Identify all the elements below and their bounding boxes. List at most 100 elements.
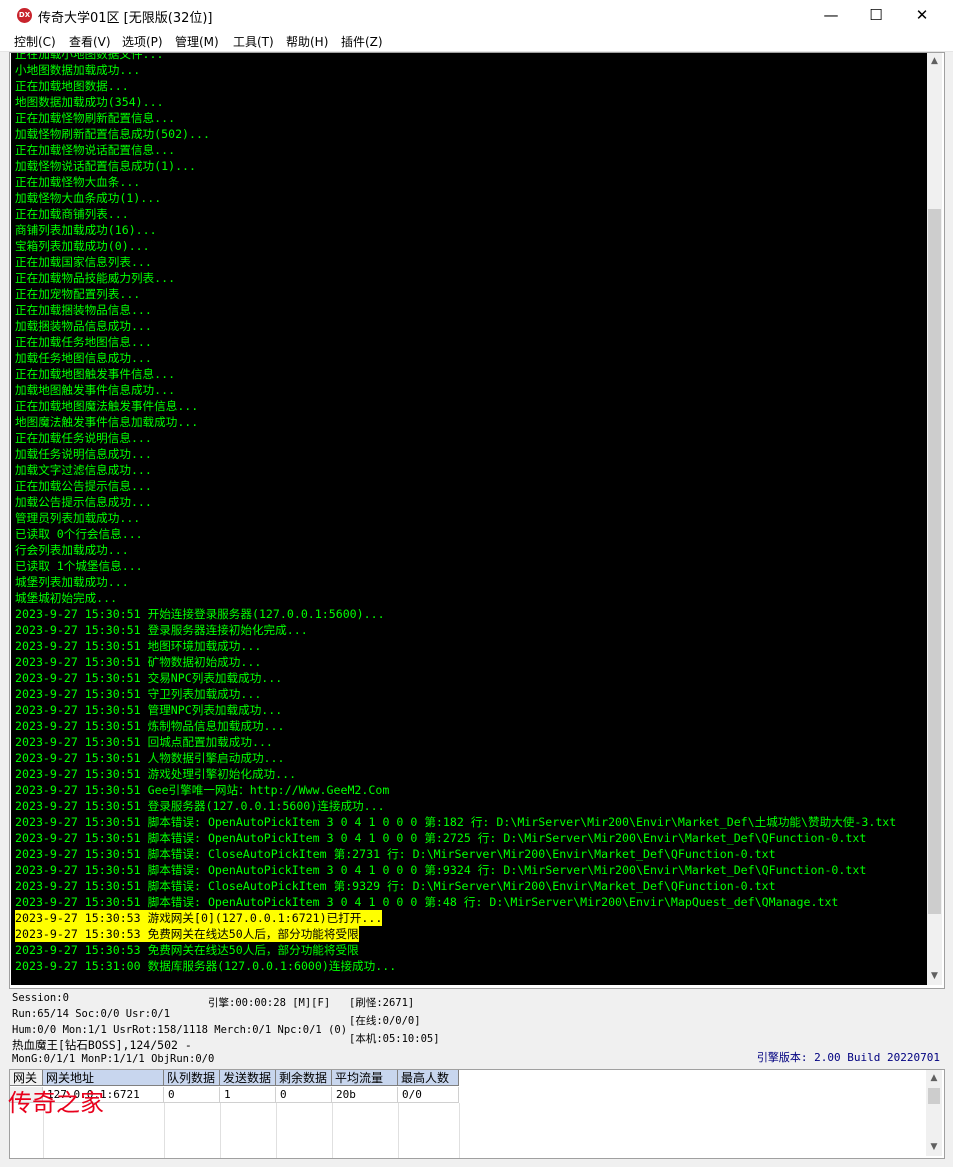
console-line: 2023-9-27 15:30:51 地图环境加载成功...: [15, 639, 262, 653]
console-line: 正在加载地图数据...: [15, 79, 129, 93]
grid-header-queue[interactable]: 队列数据: [164, 1070, 220, 1086]
console-line: 加载怪物大血条成功(1)...: [15, 191, 162, 205]
console-line: 加载任务地图信息成功...: [15, 351, 152, 365]
console-line: 2023-9-27 15:30:51 矿物数据初始成功...: [15, 655, 262, 669]
console-line: 2023-9-27 15:30:51 开始连接登录服务器(127.0.0.1:5…: [15, 607, 385, 621]
grid-cell-queue[interactable]: 0: [164, 1087, 220, 1103]
console-line: 正在加载地图魔法触发事件信息...: [15, 399, 199, 413]
console-line: 2023-9-27 15:30:51 登录服务器连接初始化完成...: [15, 623, 308, 637]
console-line: 2023-9-27 15:30:51 脚本错误: OpenAutoPickIte…: [15, 831, 867, 845]
menu-help[interactable]: 帮助(H): [286, 33, 328, 50]
menu-options[interactable]: 选项(P): [122, 33, 163, 50]
grid-header-remaining[interactable]: 剩余数据: [276, 1070, 332, 1086]
console-line: 2023-9-27 15:30:53 免费网关在线达50人后，部分功能将受限: [15, 943, 359, 957]
grid-column-divider: [220, 1103, 277, 1158]
grid-scroll-down-icon[interactable]: ▼: [926, 1139, 942, 1156]
console-line: 2023-9-27 15:30:51 脚本错误: CloseAutoPickIt…: [15, 847, 776, 861]
console-line: 正在加载地图触发事件信息...: [15, 367, 176, 381]
grid-scroll-up-icon[interactable]: ▲: [926, 1070, 942, 1087]
grid-column-divider: [332, 1103, 399, 1158]
console-line: 2023-9-27 15:30:53 免费网关在线达50人后，部分功能将受限: [15, 926, 359, 942]
console-line: 正在加载任务地图信息...: [15, 335, 152, 349]
status-boss: 热血魔王[钻石BOSS],124/502 -: [12, 1038, 192, 1052]
console-line: 已读取 1个城堡信息...: [15, 559, 143, 573]
console-line: 正在加宠物配置列表...: [15, 287, 141, 301]
grid-scrollbar-thumb[interactable]: [928, 1088, 940, 1104]
console-line: 正在加载国家信息列表...: [15, 255, 152, 269]
close-button[interactable]: ✕: [899, 0, 945, 31]
grid-column-divider: [276, 1103, 333, 1158]
console-line: 正在加载任务说明信息...: [15, 431, 152, 445]
scrollbar-thumb[interactable]: [928, 209, 941, 914]
console-line: 正在加载怪物说话配置信息...: [15, 143, 176, 157]
scroll-down-icon[interactable]: ▼: [927, 968, 942, 985]
grid-cell-send[interactable]: 1: [220, 1087, 276, 1103]
maximize-button[interactable]: ☐: [853, 0, 899, 31]
title-bar: DX 传奇大学01区 [无限版(32位)] — ☐ ✕: [0, 0, 953, 31]
menu-plugins[interactable]: 插件(Z): [341, 33, 383, 50]
grid-header-avg-traffic[interactable]: 平均流量: [332, 1070, 398, 1086]
menu-bar: 控制(C) 查看(V) 选项(P) 管理(M) 工具(T) 帮助(H) 插件(Z…: [0, 31, 953, 52]
window-title: 传奇大学01区 [无限版(32位)]: [38, 11, 213, 26]
console-line: 正在加载公告提示信息...: [15, 479, 152, 493]
minimize-button[interactable]: —: [808, 0, 854, 31]
console-line: 管理员列表加载成功...: [15, 511, 141, 525]
menu-control[interactable]: 控制(C): [14, 33, 56, 50]
grid-scrollbar[interactable]: ▲ ▼: [926, 1070, 942, 1156]
console-line: 正在加载小地图数据文件...: [15, 53, 164, 61]
status-refresh-monster: [刷怪:2671]: [349, 997, 415, 1009]
status-run: Run:65/14 Soc:0/0 Usr:0/1: [12, 1008, 171, 1020]
console-line: 正在加载怪物刷新配置信息...: [15, 111, 176, 125]
console-line: 2023-9-27 15:30:51 交易NPC列表加载成功...: [15, 671, 283, 685]
console-line: 2023-9-27 15:30:51 人物数据引擎启动成功...: [15, 751, 285, 765]
log-console[interactable]: 正在加载小地图数据文件... 小地图数据加载成功... 正在加载地图数据... 地图数…: [11, 53, 927, 985]
console-line: 2023-9-27 15:30:51 脚本错误: OpenAutoPickIte…: [15, 895, 839, 909]
console-line: 2023-9-27 15:30:51 脚本错误: CloseAutoPickIt…: [15, 879, 776, 893]
console-line: 加载怪物说话配置信息成功(1)...: [15, 159, 197, 173]
grid-cell-remaining[interactable]: 0: [276, 1087, 332, 1103]
console-line: 地图魔法触发事件信息加载成功...: [15, 415, 199, 429]
console-line: 地图数据加载成功(354)...: [15, 95, 164, 109]
console-line: 正在加载怪物大血条...: [15, 175, 141, 189]
console-line: 2023-9-27 15:30:51 脚本错误: OpenAutoPickIte…: [15, 863, 867, 877]
watermark-text: 传奇之家: [8, 1089, 104, 1117]
console-line: 加载地图触发事件信息成功...: [15, 383, 176, 397]
console-scrollbar[interactable]: ▲ ▼: [927, 53, 942, 985]
grid-column-divider: [164, 1103, 221, 1158]
menu-manage[interactable]: 管理(M): [175, 33, 219, 50]
status-local-time: [本机:05:10:05]: [349, 1033, 440, 1045]
console-line: 2023-9-27 15:30:51 登录服务器(127.0.0.1:5600)…: [15, 799, 385, 813]
status-mong: MonG:0/1/1 MonP:1/1/1 ObjRun:0/0: [12, 1053, 215, 1065]
engine-version: 引擎版本: 2.00 Build 20220701: [756, 1051, 940, 1064]
console-line: 小地图数据加载成功...: [15, 63, 141, 77]
status-session: Session:0: [12, 992, 69, 1004]
grid-cell-avg-traffic[interactable]: 20b: [332, 1087, 398, 1103]
console-line: 2023-9-27 15:30:53 游戏网关[0](127.0.0.1:672…: [15, 910, 383, 926]
console-line: 加载公告提示信息成功...: [15, 495, 152, 509]
grid-cell-max-users[interactable]: 0/0: [398, 1087, 459, 1103]
status-engine-time: 引擎:00:00:28 [M][F]: [208, 997, 331, 1009]
console-line: 正在加载捆装物品信息...: [15, 303, 152, 317]
console-line: 2023-9-27 15:30:51 回城点配置加载成功...: [15, 735, 273, 749]
console-line: 加载怪物刷新配置信息成功(502)...: [15, 127, 210, 141]
console-line: 商铺列表加载成功(16)...: [15, 223, 157, 237]
grid-header-max-users[interactable]: 最高人数: [398, 1070, 459, 1086]
console-line: 2023-9-27 15:30:51 守卫列表加载成功...: [15, 687, 262, 701]
menu-view[interactable]: 查看(V): [69, 33, 111, 50]
console-line: 已读取 0个行会信息...: [15, 527, 143, 541]
console-line: 2023-9-27 15:30:51 Gee引擎唯一网站：http://Www.…: [15, 783, 390, 797]
console-line: 正在加载商铺列表...: [15, 207, 129, 221]
grid-header-send[interactable]: 发送数据: [220, 1070, 276, 1086]
console-line: 正在加载物品技能威力列表...: [15, 271, 176, 285]
console-line: 宝箱列表加载成功(0)...: [15, 239, 150, 253]
console-line: 加载文字过滤信息成功...: [15, 463, 152, 477]
menu-tools[interactable]: 工具(T): [233, 33, 274, 50]
status-hum: Hum:0/0 Mon:1/1 UsrRot:158/1118 Merch:0/…: [12, 1024, 348, 1036]
console-line: 2023-9-27 15:30:51 管理NPC列表加载成功...: [15, 703, 283, 717]
grid-column-divider: [398, 1103, 460, 1158]
console-line: 2023-9-27 15:31:00 数据库服务器(127.0.0.1:6000…: [15, 959, 397, 973]
console-line: 城堡城初始完成...: [15, 591, 118, 605]
gateway-grid[interactable]: 网关 网关地址 队列数据 发送数据 剩余数据 平均流量 最高人数 127.0.0…: [9, 1069, 945, 1159]
console-line: 加载捆装物品信息成功...: [15, 319, 152, 333]
scroll-up-icon[interactable]: ▲: [927, 53, 942, 70]
